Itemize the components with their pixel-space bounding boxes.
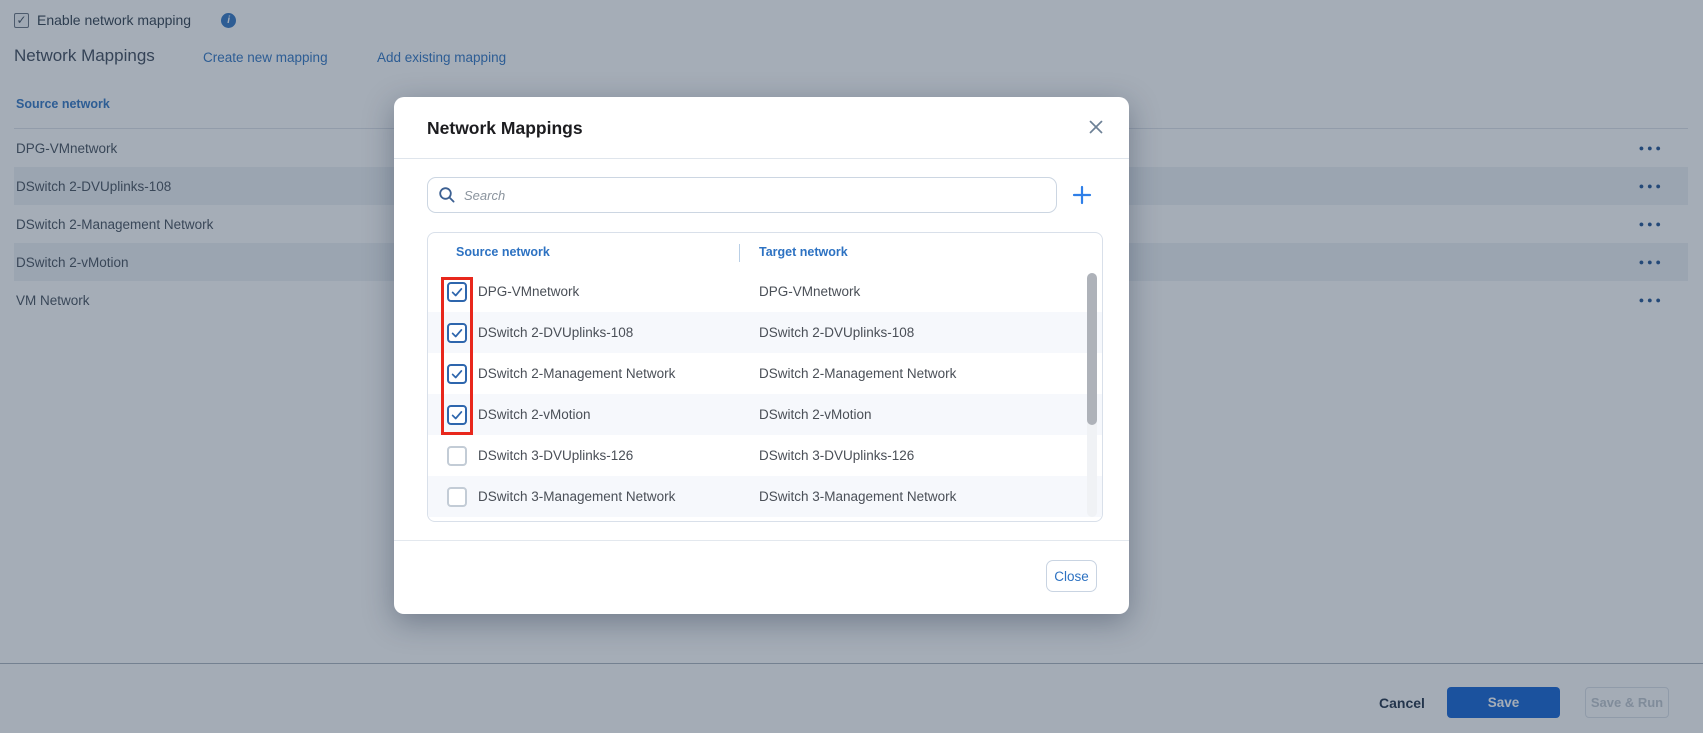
modal-table-scrollbar[interactable] xyxy=(1087,273,1097,517)
search-icon xyxy=(438,186,456,204)
mapping-table-header: Source network Target network xyxy=(428,233,1102,271)
mapping-row: DSwitch 2-vMotion DSwitch 2-vMotion xyxy=(428,394,1102,435)
scrollbar-thumb[interactable] xyxy=(1087,273,1097,425)
screen: ✓ Enable network mapping i Network Mappi… xyxy=(0,0,1703,733)
row-checkbox-unchecked[interactable] xyxy=(447,487,467,507)
row-checkbox-checked[interactable] xyxy=(447,282,467,302)
row-checkbox-checked[interactable] xyxy=(447,364,467,384)
row-checkbox-checked[interactable] xyxy=(447,405,467,425)
source-network-cell: DSwitch 2-Management Network xyxy=(478,366,675,381)
dialog-title: Network Mappings xyxy=(427,118,583,139)
mapping-row: DSwitch 3-Management Network DSwitch 3-Ma… xyxy=(428,476,1102,517)
target-network-cell: DSwitch 2-vMotion xyxy=(759,407,872,422)
search-box xyxy=(427,177,1057,213)
column-separator xyxy=(739,244,740,262)
target-network-cell: DSwitch 3-DVUplinks-126 xyxy=(759,448,914,463)
mapping-row: DSwitch 2-DVUplinks-108 DSwitch 2-DVUplin… xyxy=(428,312,1102,353)
mapping-row: DSwitch 3-DVUplinks-126 DSwitch 3-DVUplin… xyxy=(428,435,1102,476)
target-network-cell: DSwitch 2-DVUplinks-108 xyxy=(759,325,914,340)
source-network-cell: DPG-VMnetwork xyxy=(478,284,579,299)
mapping-row: DSwitch 2-Management Network DSwitch 2-Ma… xyxy=(428,353,1102,394)
target-network-cell: DSwitch 2-Management Network xyxy=(759,366,956,381)
mapping-row: DPG-VMnetwork DPG-VMnetwork xyxy=(428,271,1102,312)
divider xyxy=(394,158,1129,159)
source-network-cell: DSwitch 3-Management Network xyxy=(478,489,675,504)
close-icon[interactable] xyxy=(1083,114,1109,140)
network-mappings-dialog: Network Mappings S xyxy=(394,97,1129,614)
source-network-header: Source network xyxy=(456,245,550,259)
plus-icon[interactable] xyxy=(1068,181,1096,209)
row-checkbox-unchecked[interactable] xyxy=(447,446,467,466)
target-network-header: Target network xyxy=(759,245,848,259)
source-network-cell: DSwitch 2-vMotion xyxy=(478,407,591,422)
divider xyxy=(394,540,1129,541)
search-input[interactable] xyxy=(464,188,1046,203)
target-network-cell: DPG-VMnetwork xyxy=(759,284,860,299)
source-network-cell: DSwitch 2-DVUplinks-108 xyxy=(478,325,633,340)
target-network-cell: DSwitch 3-Management Network xyxy=(759,489,956,504)
source-network-cell: DSwitch 3-DVUplinks-126 xyxy=(478,448,633,463)
mapping-table: Source network Target network DPG-VMnetw… xyxy=(427,232,1103,522)
close-button[interactable]: Close xyxy=(1046,560,1097,592)
mapping-table-body: DPG-VMnetwork DPG-VMnetwork DSwitch 2-DVUp… xyxy=(428,271,1102,517)
row-checkbox-checked[interactable] xyxy=(447,323,467,343)
